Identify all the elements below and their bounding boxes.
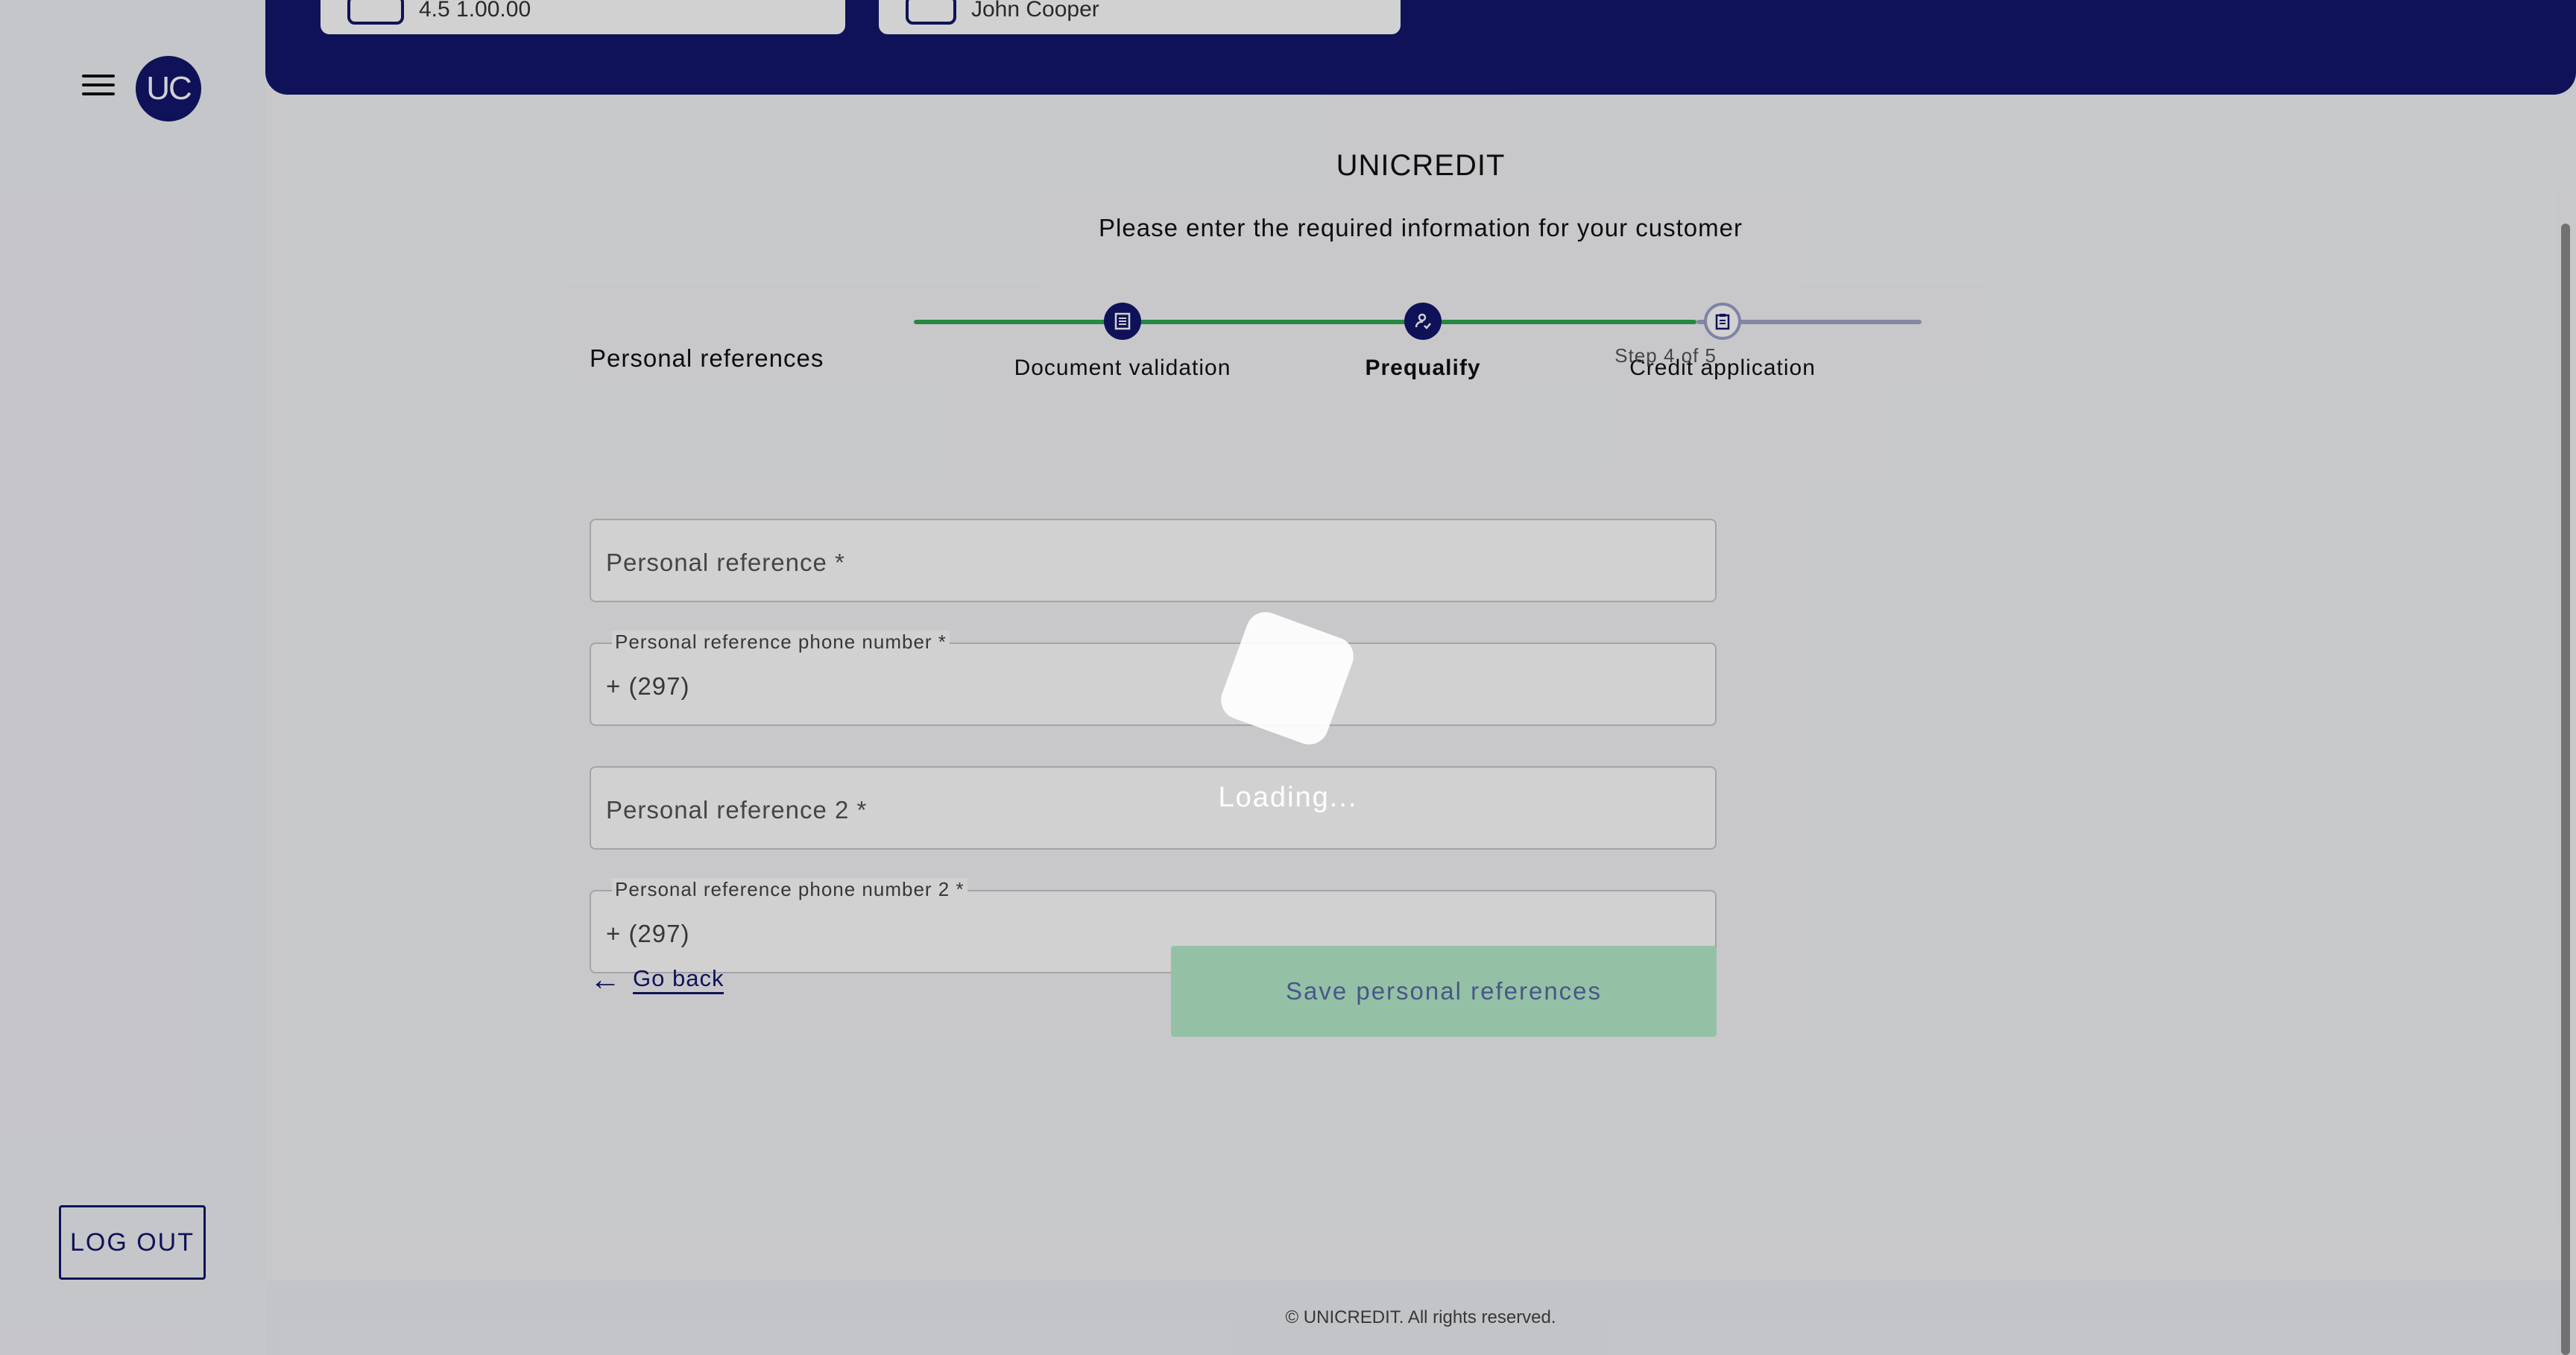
loading-spinner-icon (1215, 606, 1360, 751)
loading-overlay: Loading... (0, 0, 2576, 1355)
loading-text: Loading... (1218, 782, 1358, 813)
